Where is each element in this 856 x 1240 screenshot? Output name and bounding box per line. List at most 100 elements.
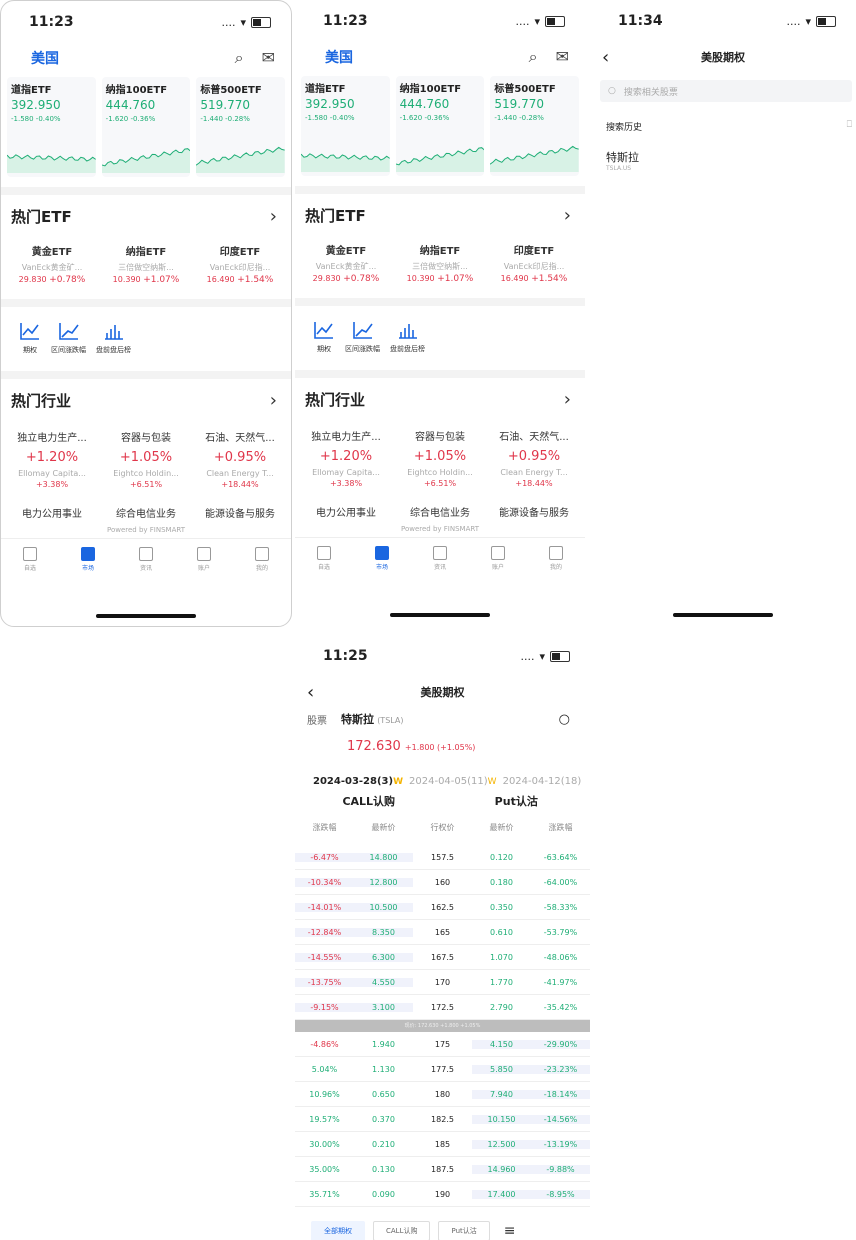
industry-list-more: 电力公用事业 综合电信业务 能源设备与服务 [295, 498, 585, 519]
watchlist-tab[interactable]: 自选 [295, 546, 353, 571]
tool-shortcut[interactable]: 期权 [313, 320, 335, 354]
tool-shortcut[interactable]: 期权 [19, 321, 41, 355]
industry-item[interactable]: 独立电力生产... +1.20% Ellomay Capita... +3.38% [299, 428, 393, 488]
etf-change: +0.78% [49, 275, 86, 285]
industry-item[interactable]: 综合电信业务 [99, 505, 193, 520]
hot-etf-header[interactable]: 热门ETF › [295, 194, 585, 236]
watchlist-icon [23, 547, 37, 561]
news-tab[interactable]: 资讯 [117, 547, 175, 572]
industry-leader-change: +3.38% [35, 480, 69, 489]
option-cell: 12.500 [472, 1139, 531, 1149]
industry-item[interactable]: 能源设备与服务 [487, 504, 581, 519]
industry-item[interactable]: 石油、天然气... +0.95% Clean Energy T... +18.44% [487, 428, 581, 488]
index-cards: 道指ETF 392.950 -1.580 -0.40% 纳指100ETF 444.760… [1, 73, 291, 177]
mail-icon[interactable]: ✉ [556, 47, 569, 67]
tab-label: 市场 [375, 564, 388, 571]
index-price: 392.950 [305, 97, 355, 111]
option-row[interactable]: 19.57% 0.370 182.5 10.150 -14.56% [295, 1107, 590, 1132]
option-row[interactable]: -10.34% 12.800 160 0.180 -64.00% [295, 870, 590, 895]
industry-item[interactable]: 石油、天然气... +0.95% Clean Energy T... +18.44% [193, 429, 287, 489]
industry-item[interactable]: 能源设备与服务 [193, 505, 287, 520]
option-row[interactable]: -12.84% 8.350 165 0.610 -53.79% [295, 920, 590, 945]
etf-item[interactable]: 黄金ETF VanEck黄金矿... 29.830 +0.78% [5, 243, 99, 285]
option-row[interactable]: -9.15% 3.100 172.5 2.790 -35.42% [295, 995, 590, 1020]
search-input[interactable]: ○ 搜索相关股票 [600, 80, 852, 102]
industry-item[interactable]: 电力公用事业 [5, 505, 99, 520]
index-card[interactable]: 标普500ETF 519.770 -1.440 -0.28% [490, 76, 580, 176]
account-tab[interactable]: 账户 [175, 547, 233, 572]
etf-item[interactable]: 纳指ETF 三倍做空纳斯... 10.390 +1.07% [99, 243, 193, 285]
option-row[interactable]: -14.55% 6.300 167.5 1.070 -48.06% [295, 945, 590, 970]
expiry-date-label: 2024-04-05(11) [409, 776, 488, 787]
search-icon[interactable]: ○ [559, 712, 570, 727]
tool-label: 期权 [317, 345, 331, 353]
bottom-tab-bar: 自选 市场 资讯 账户 我的 [295, 537, 585, 571]
index-card[interactable]: 道指ETF 392.950 -1.580 -0.40% [301, 76, 390, 176]
hot-etf-title: 热门ETF [305, 206, 366, 225]
trash-icon[interactable]: ⎕ [847, 120, 852, 133]
filter-icon[interactable]: ≡ [504, 1223, 516, 1239]
account-tab[interactable]: 账户 [469, 546, 527, 571]
mail-icon[interactable]: ✉ [262, 48, 275, 68]
option-row[interactable]: -4.86% 1.940 175 4.150 -29.90% [295, 1032, 590, 1057]
region-selector[interactable]: 美国 [31, 48, 59, 68]
stock-selector[interactable]: 股票 特斯拉 (TSLA) ○ [295, 707, 590, 727]
index-change: -1.620 -0.36% [105, 115, 156, 123]
option-cell: 35.71% [309, 1189, 340, 1199]
option-row[interactable]: -14.01% 10.500 162.5 0.350 -58.33% [295, 895, 590, 920]
hot-industry-header[interactable]: 热门行业 › [295, 378, 585, 420]
top-bar: 美国 ⌕ ✉ [295, 42, 585, 72]
back-icon[interactable]: ‹ [602, 47, 609, 68]
watchlist-tab[interactable]: 自选 [1, 547, 59, 572]
option-row[interactable]: 35.00% 0.130 187.5 14.960 -9.88% [295, 1157, 590, 1182]
back-icon[interactable]: ‹ [307, 682, 314, 703]
option-row[interactable]: 35.71% 0.090 190 17.400 -8.95% [295, 1182, 590, 1207]
option-row[interactable]: 30.00% 0.210 185 12.500 -13.19% [295, 1132, 590, 1157]
expiry-date-tab[interactable]: 2024-04-05(11)W [409, 776, 497, 787]
tool-shortcut[interactable]: 盘前盘后榜 [96, 321, 131, 355]
me-tab[interactable]: 我的 [233, 547, 291, 572]
tool-shortcut[interactable]: 区间涨跌幅 [345, 320, 380, 354]
option-row[interactable]: 10.96% 0.650 180 7.940 -18.14% [295, 1082, 590, 1107]
etf-item[interactable]: 印度ETF VanEck印尼指... 16.490 +1.54% [487, 242, 581, 284]
etf-item[interactable]: 纳指ETF 三倍做空纳斯... 10.390 +1.07% [393, 242, 487, 284]
option-row[interactable]: 5.04% 1.130 177.5 5.850 -23.23% [295, 1057, 590, 1082]
news-tab[interactable]: 资讯 [411, 546, 469, 571]
option-cell: 0.130 [372, 1164, 395, 1174]
expiry-date-tab[interactable]: 2024-03-28(3)W [313, 776, 403, 787]
filter-tab[interactable]: Put认沽 [438, 1221, 490, 1240]
tab-label: 我的 [255, 565, 268, 572]
market-tab[interactable]: 市场 [59, 547, 117, 572]
index-card[interactable]: 标普500ETF 519.770 -1.440 -0.28% [196, 77, 286, 177]
search-history-item[interactable]: 特斯拉 TSLA.US [590, 133, 856, 172]
search-icon[interactable]: ⌕ [529, 47, 538, 67]
etf-item[interactable]: 印度ETF VanEck印尼指... 16.490 +1.54% [193, 243, 287, 285]
industry-item[interactable]: 容器与包装 +1.05% Eightco Holdin... +6.51% [99, 429, 193, 489]
filter-tab[interactable]: CALL认购 [373, 1221, 431, 1240]
tool-shortcut[interactable]: 区间涨跌幅 [51, 321, 86, 355]
option-row[interactable]: -13.75% 4.550 170 1.770 -41.97% [295, 970, 590, 995]
hot-industry-header[interactable]: 热门行业 › [1, 379, 291, 421]
expiry-date-tab[interactable]: 2024-04-12(18) [503, 776, 582, 787]
me-tab[interactable]: 我的 [527, 546, 585, 571]
option-row[interactable]: -6.47% 14.800 157.5 0.120 -63.64% [295, 845, 590, 870]
industry-item[interactable]: 电力公用事业 [299, 504, 393, 519]
hot-etf-header[interactable]: 热门ETF › [1, 195, 291, 237]
industry-item[interactable]: 容器与包装 +1.05% Eightco Holdin... +6.51% [393, 428, 487, 488]
index-card[interactable]: 道指ETF 392.950 -1.580 -0.40% [7, 77, 96, 177]
hot-etf-list: 黄金ETF VanEck黄金矿... 29.830 +0.78% 纳指ETF 三倍做空纳… [295, 236, 585, 298]
filter-tab[interactable]: 全部期权 [311, 1221, 365, 1240]
market-tab[interactable]: 市场 [353, 546, 411, 571]
index-card[interactable]: 纳指100ETF 444.760 -1.620 -0.36% [101, 77, 191, 177]
etf-subtitle: VanEck印尼指... [209, 263, 271, 272]
etf-name: 纳指ETF [125, 247, 167, 258]
industry-item[interactable]: 独立电力生产... +1.20% Ellomay Capita... +3.38% [5, 429, 99, 489]
tool-shortcut[interactable]: 盘前盘后榜 [390, 320, 425, 354]
index-card[interactable]: 纳指100ETF 444.760 -1.620 -0.36% [395, 76, 485, 176]
etf-item[interactable]: 黄金ETF VanEck黄金矿... 29.830 +0.78% [299, 242, 393, 284]
region-selector[interactable]: 美国 [325, 47, 353, 67]
search-icon[interactable]: ⌕ [235, 48, 244, 68]
option-cell: 0.180 [490, 877, 513, 887]
option-cell: -14.56% [531, 1114, 590, 1124]
industry-item[interactable]: 综合电信业务 [393, 504, 487, 519]
